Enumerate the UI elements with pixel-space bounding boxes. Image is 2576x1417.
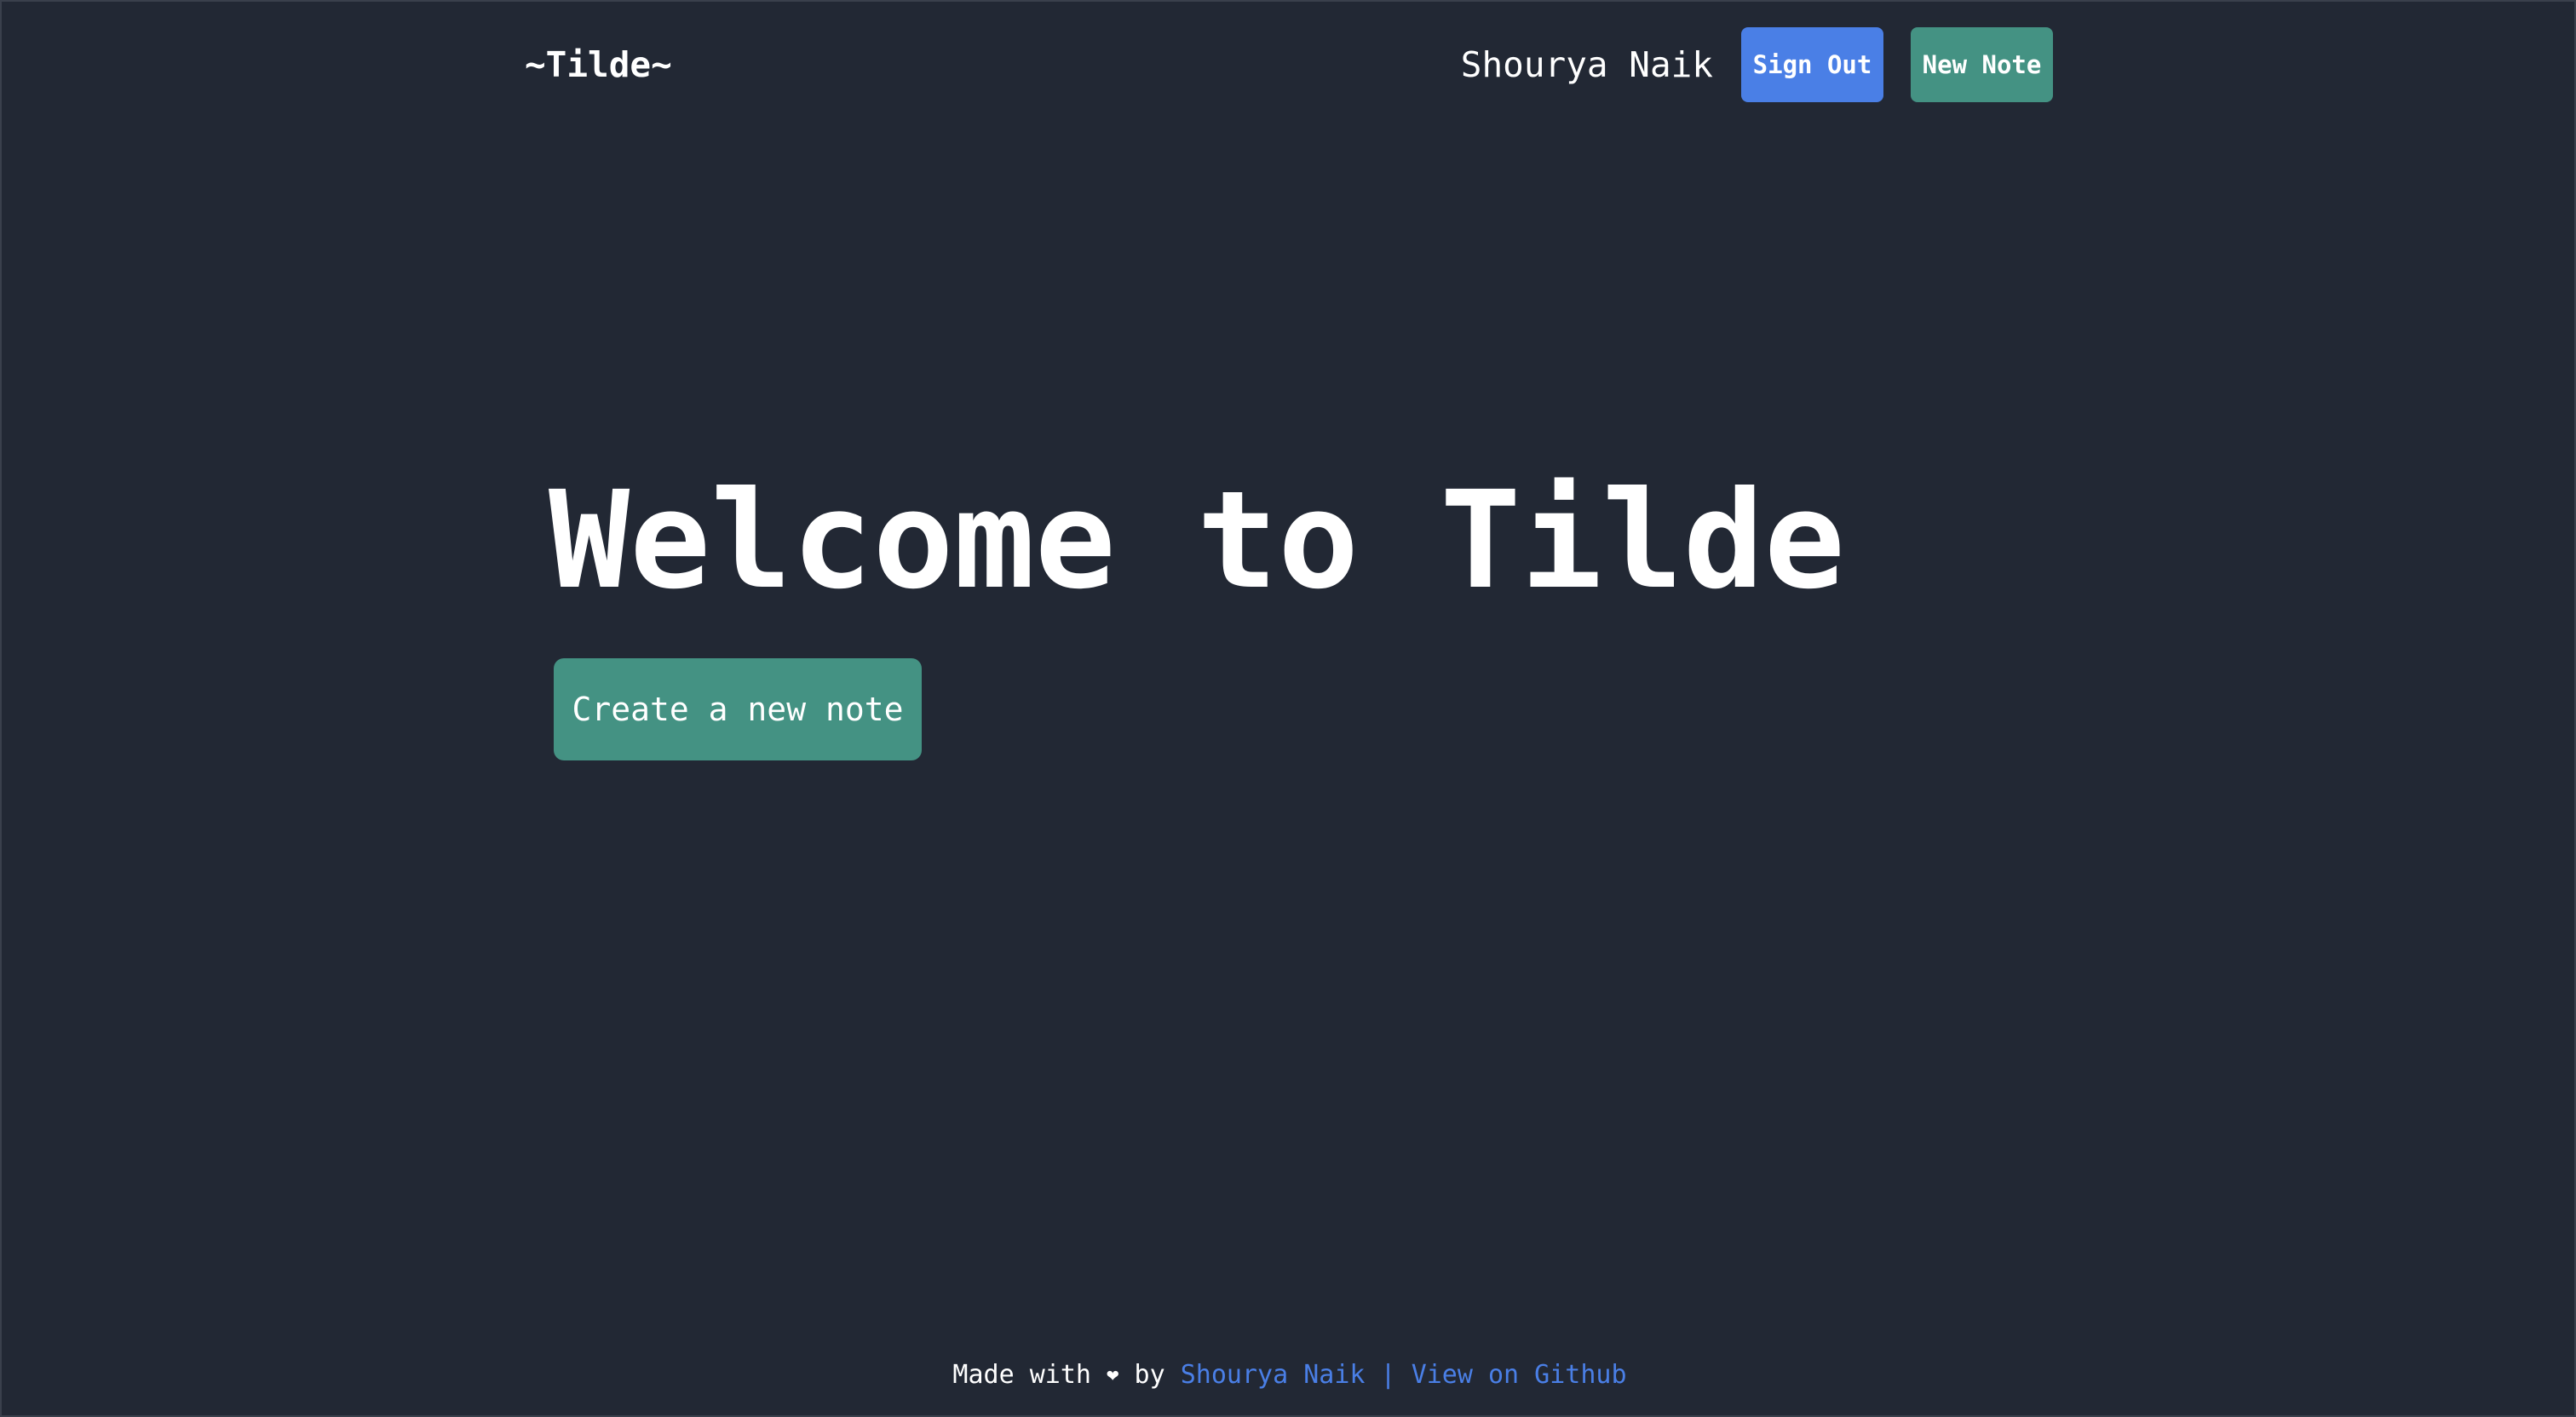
heart-icon: ❤ <box>1107 1362 1119 1386</box>
footer-separator: | <box>1365 1359 1412 1390</box>
author-link[interactable]: Shourya Naik <box>1181 1360 1366 1390</box>
create-note-button[interactable]: Create a new note <box>554 658 922 760</box>
user-name: Shourya Naik <box>1460 44 1713 85</box>
new-note-button[interactable]: New Note <box>1911 27 2053 102</box>
github-link[interactable]: View on Github <box>1412 1360 1627 1390</box>
top-navbar: ~Tilde~ Shourya Naik Sign Out New Note <box>2 2 2576 128</box>
sign-out-button[interactable]: Sign Out <box>1741 27 1883 102</box>
footer: Made with ❤ by Shourya Naik | View on Gi… <box>2 1354 2576 1395</box>
footer-by: by <box>1118 1359 1181 1390</box>
brand-logo[interactable]: ~Tilde~ <box>525 41 672 89</box>
footer-made-with: Made with <box>952 1359 1107 1390</box>
page-title: Welcome to Tilde <box>549 462 1845 619</box>
